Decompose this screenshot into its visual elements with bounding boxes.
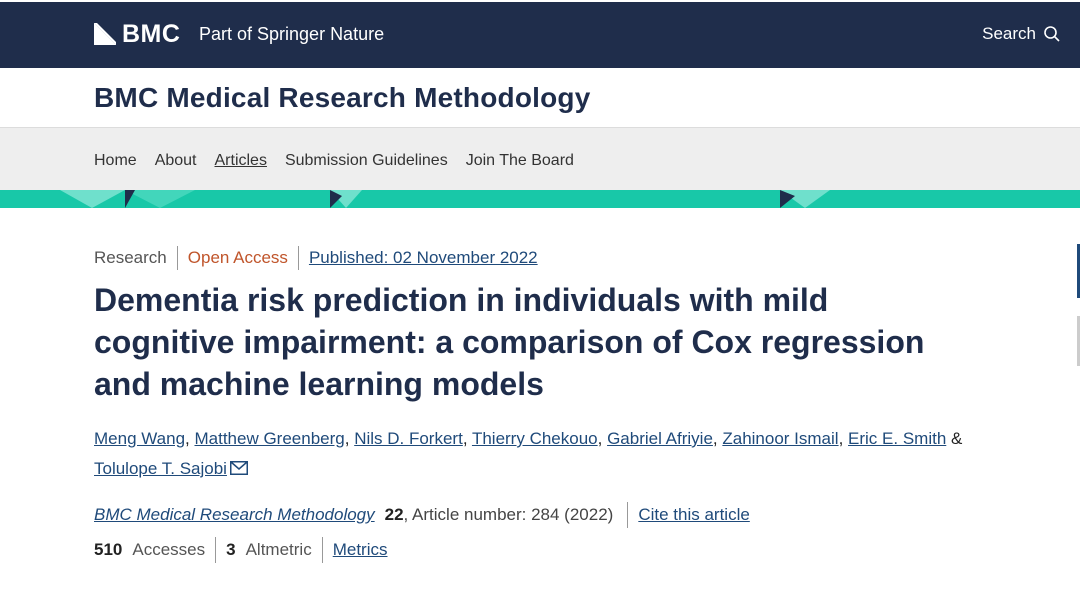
bmc-logo[interactable]: BMC: [94, 20, 180, 48]
open-access-label: Open Access: [187, 248, 288, 267]
author-link[interactable]: Thierry Chekouo: [472, 429, 598, 448]
citation-row: BMC Medical Research Methodology 22 , Ar…: [94, 502, 750, 528]
citation-journal-link[interactable]: BMC Medical Research Methodology: [94, 503, 375, 527]
author-link[interactable]: Eric E. Smith: [848, 429, 946, 448]
author-link[interactable]: Zahinoor Ismail: [722, 429, 838, 448]
accesses-count: 510: [94, 540, 123, 559]
author-joiner: &: [951, 429, 963, 448]
metrics-link[interactable]: Metrics: [333, 538, 388, 562]
published-date-link[interactable]: Published: 02 November 2022: [309, 246, 538, 270]
author-link[interactable]: Gabriel Afriyie: [607, 429, 713, 448]
nav-item-articles[interactable]: Articles: [215, 151, 267, 171]
divider: [215, 537, 217, 563]
altmetric-label: Altmetric: [245, 540, 312, 559]
article-type: Research: [94, 248, 167, 267]
divider: [297, 246, 299, 270]
divider: [321, 537, 323, 563]
citation-details: , Article number: 284 (2022): [403, 505, 614, 524]
nav-item-submission-guidelines[interactable]: Submission Guidelines: [285, 151, 448, 171]
journal-title[interactable]: BMC Medical Research Methodology: [94, 81, 590, 115]
cite-this-article-link[interactable]: Cite this article: [638, 503, 749, 527]
logo-text: BMC: [122, 19, 181, 48]
article-meta: Research Open Access Published: 02 Novem…: [94, 246, 538, 270]
journal-header: BMC Medical Research Methodology: [0, 68, 1080, 128]
search-button[interactable]: Search: [982, 22, 1060, 46]
email-icon[interactable]: [229, 461, 248, 475]
author-link[interactable]: Meng Wang: [94, 429, 185, 448]
author-link[interactable]: Tolulope T. Sajobi: [94, 459, 227, 478]
author-link[interactable]: Nils D. Forkert: [354, 429, 463, 448]
bmc-logo-icon: [94, 23, 116, 45]
divider: [627, 502, 629, 528]
nav-item-join-the-board[interactable]: Join The Board: [466, 151, 574, 171]
nav-item-about[interactable]: About: [155, 151, 197, 171]
metrics-row: 510 Accesses 3 Altmetric Metrics: [94, 537, 388, 563]
divider: [176, 246, 178, 270]
search-label: Search: [982, 24, 1036, 43]
journal-nav: Home About Articles Submission Guideline…: [0, 128, 1080, 190]
article-title: Dementia risk prediction in individuals …: [94, 282, 925, 402]
author-link[interactable]: Matthew Greenberg: [194, 429, 344, 448]
nav-item-home[interactable]: Home: [94, 151, 137, 171]
citation-volume: 22: [384, 505, 404, 524]
springer-nature-tagline[interactable]: Part of Springer Nature: [199, 22, 384, 46]
accesses-label: Accesses: [132, 540, 206, 559]
author-list: Meng Wang, Matthew Greenberg, Nils D. Fo…: [94, 429, 963, 478]
top-bar: BMC Part of Springer Nature Search: [0, 0, 1080, 68]
band-pattern: [0, 190, 1080, 208]
decorative-band: [0, 190, 1080, 208]
search-icon: [1044, 26, 1060, 42]
altmetric-count: 3: [226, 540, 236, 559]
